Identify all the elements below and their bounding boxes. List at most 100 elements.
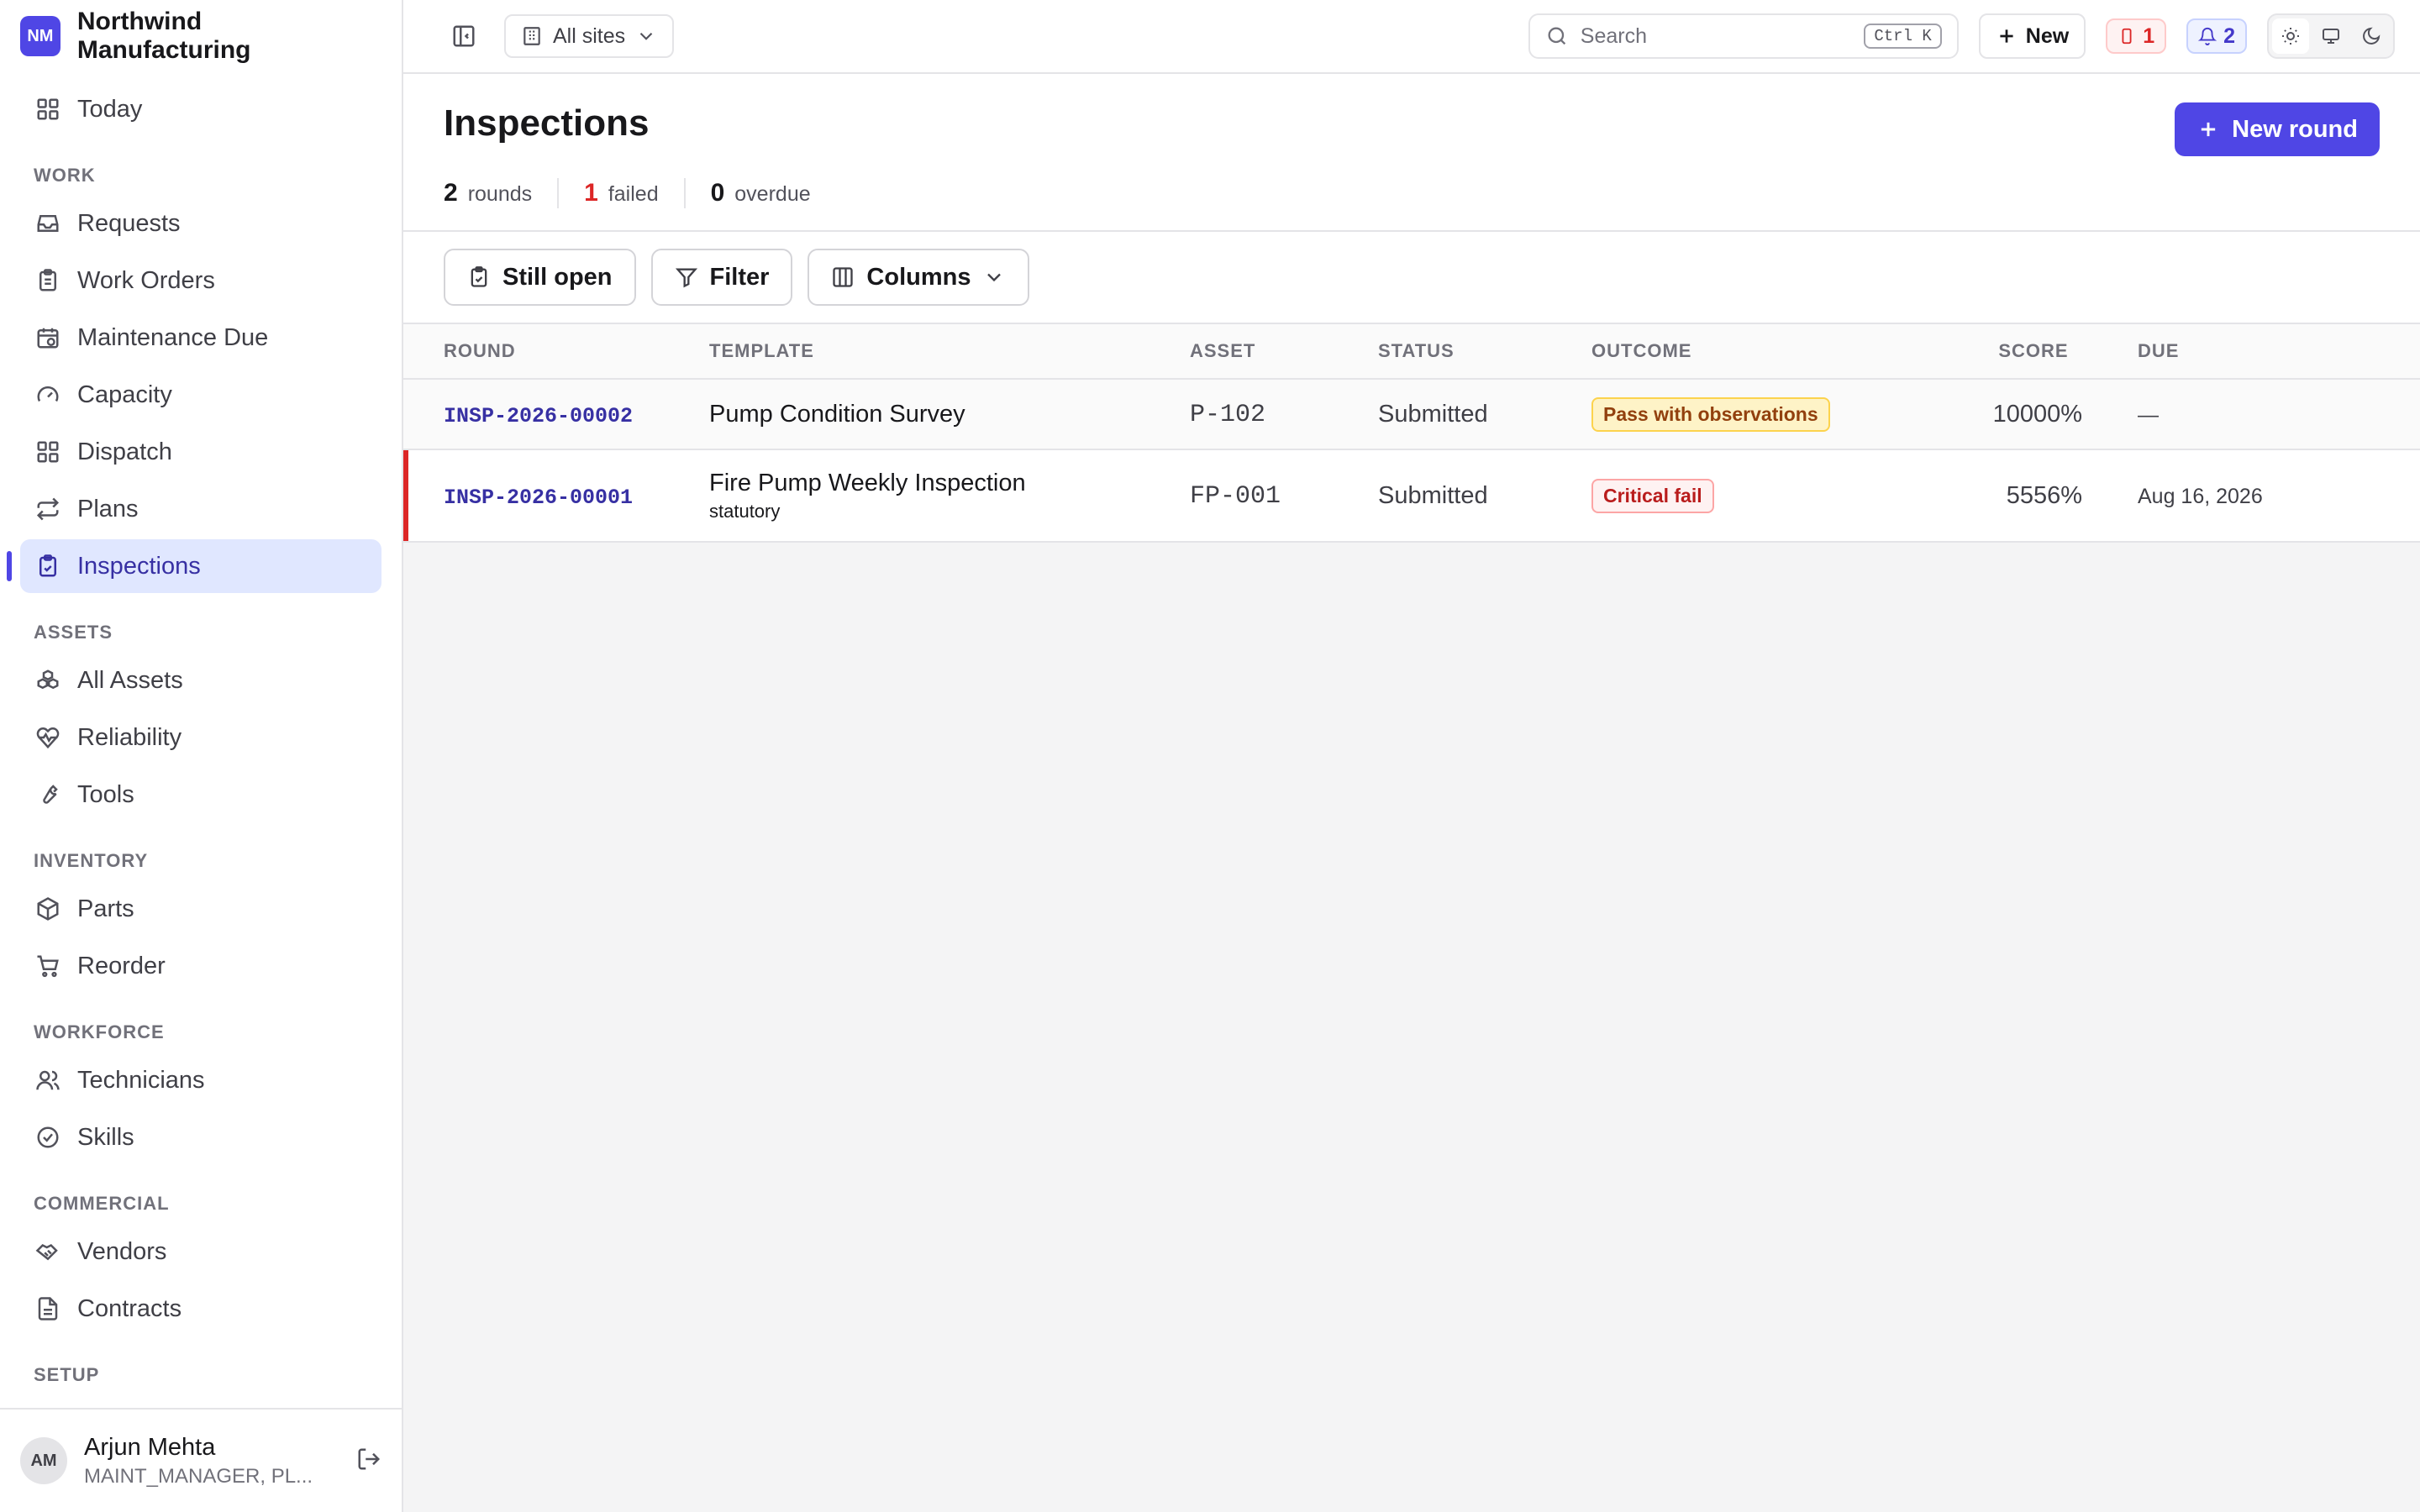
sidebar-item-dispatch[interactable]: Dispatch <box>20 425 381 479</box>
user-profile[interactable]: AM Arjun Mehta MAINT_MANAGER, PL... <box>0 1408 402 1512</box>
sidebar-item-capacity[interactable]: Capacity <box>20 368 381 422</box>
search-box[interactable]: Ctrl K <box>1528 13 1959 59</box>
topbar: All sites Ctrl K New 1 2 <box>403 0 2420 74</box>
sidebar-item-work-orders[interactable]: Work Orders <box>20 254 381 307</box>
sidebar-item-label: Contracts <box>77 1294 182 1322</box>
calendar-clock-icon <box>37 328 59 349</box>
sidebar-item-label: Maintenance Due <box>77 323 269 351</box>
theme-light-button[interactable] <box>2272 18 2309 54</box>
sidebar-toggle-button[interactable] <box>444 16 484 56</box>
stat-value: 1 <box>584 179 598 207</box>
filter-button[interactable]: Filter <box>650 249 793 306</box>
summary-stats: 2 rounds 1 failed 0 overdue <box>444 178 2380 208</box>
table-header: ROUND TEMPLATE ASSET STATUS OUTCOME SCOR… <box>403 324 2420 380</box>
sidebar-item-label: Requests <box>77 209 181 237</box>
outcome-badge: Critical fail <box>1591 478 1714 513</box>
columns-icon <box>833 267 854 287</box>
clipboard-check-icon <box>39 554 56 577</box>
chevron-down-icon <box>639 32 653 40</box>
main-content: All sites Ctrl K New 1 2 <box>403 0 2420 1512</box>
logout-icon <box>358 1448 381 1469</box>
phone-alert-icon <box>2122 28 2132 45</box>
theme-dark-button[interactable] <box>2353 18 2390 54</box>
new-button[interactable]: New <box>1978 13 2086 59</box>
search-shortcut: Ctrl K <box>1864 24 1942 49</box>
theme-system-button[interactable] <box>2312 18 2349 54</box>
brand-logo: NM <box>20 16 60 56</box>
column-header-status[interactable]: STATUS <box>1378 340 1591 362</box>
sidebar-item-requests[interactable]: Requests <box>20 197 381 250</box>
section-workforce: WORKFORCE <box>34 1021 165 1042</box>
badge-check-icon <box>37 1126 59 1148</box>
logout-button[interactable] <box>356 1446 381 1476</box>
column-header-score[interactable]: SCORE <box>1934 340 2082 362</box>
column-header-asset[interactable]: ASSET <box>1190 340 1378 362</box>
template-name: Pump Condition Survey <box>709 400 965 428</box>
new-button-label: New <box>2025 24 2070 48</box>
column-header-round[interactable]: ROUND <box>403 340 709 362</box>
search-input[interactable] <box>1580 24 1853 49</box>
sidebar-item-label: Parts <box>77 895 134 922</box>
notifications-button[interactable]: 2 <box>2186 18 2247 54</box>
sidebar-item-plans[interactable]: Plans <box>20 482 381 536</box>
filter-label: Filter <box>709 263 770 291</box>
handshake-icon <box>35 1243 58 1261</box>
sidebar-item-all-assets[interactable]: All Assets <box>20 654 381 707</box>
column-header-due[interactable]: DUE <box>2082 340 2317 362</box>
sidebar-item-maintenance-due[interactable]: Maintenance Due <box>20 311 381 365</box>
site-select[interactable]: All sites <box>504 14 675 58</box>
user-role: MAINT_MANAGER, PL... <box>84 1464 313 1488</box>
dashboard-icon <box>37 98 59 120</box>
column-header-outcome[interactable]: OUTCOME <box>1591 340 1934 362</box>
sidebar-item-vendors[interactable]: Vendors <box>20 1225 381 1278</box>
section-setup: SETUP <box>34 1364 100 1385</box>
sidebar-item-tools[interactable]: Tools <box>20 768 381 822</box>
building-icon <box>523 27 540 45</box>
section-assets: ASSETS <box>34 622 113 643</box>
sidebar-item-label: Inspections <box>77 552 201 580</box>
stat-value: 2 <box>444 179 458 207</box>
sun-icon <box>2282 28 2299 45</box>
outcome-badge: Pass with observations <box>1591 396 1830 432</box>
score-value: 10000% <box>1992 400 2082 428</box>
brand[interactable]: NM Northwind Manufacturing <box>0 0 402 72</box>
sidebar-item-label: Work Orders <box>77 266 215 294</box>
sidebar-item-reliability[interactable]: Reliability <box>20 711 381 764</box>
table-row[interactable]: INSP-2026-00001 Fire Pump Weekly Inspect… <box>403 450 2420 543</box>
file-text-icon <box>38 1297 58 1320</box>
sidebar-item-label: Vendors <box>77 1237 167 1265</box>
package-icon <box>37 897 59 921</box>
section-inventory: INVENTORY <box>34 850 149 871</box>
sidebar-item-reorder[interactable]: Reorder <box>20 939 381 993</box>
sidebar-item-label: Reorder <box>77 952 166 979</box>
section-commercial: COMMERCIAL <box>34 1193 170 1214</box>
round-link[interactable]: INSP-2026-00002 <box>444 404 633 428</box>
panel-left-icon <box>453 25 475 47</box>
asset-id: FP-001 <box>1190 481 1281 511</box>
table-row[interactable]: INSP-2026-00002 Pump Condition Survey P-… <box>403 380 2420 450</box>
new-round-button[interactable]: New round <box>2175 102 2380 156</box>
columns-button[interactable]: Columns <box>808 249 1030 306</box>
sidebar-item-inspections[interactable]: Inspections <box>7 539 381 593</box>
sidebar-item-parts[interactable]: Parts <box>20 882 381 936</box>
sidebar-item-technicians[interactable]: Technicians <box>20 1053 381 1107</box>
stat-label: overdue <box>734 182 811 206</box>
user-name: Arjun Mehta <box>84 1433 216 1461</box>
wrench-icon <box>43 785 58 804</box>
sidebar-item-today[interactable]: Today <box>20 82 381 136</box>
status-text: Submitted <box>1378 400 1488 428</box>
sidebar-item-skills[interactable]: Skills <box>20 1110 381 1164</box>
brand-name: Northwind Manufacturing <box>76 8 251 64</box>
still-open-button[interactable]: Still open <box>444 249 636 306</box>
score-value: 5556% <box>2006 481 2082 509</box>
sidebar-item-label: Skills <box>77 1123 134 1151</box>
column-header-template[interactable]: TEMPLATE <box>709 340 1190 362</box>
sidebar-item-label: Today <box>77 95 143 123</box>
table-toolbar: Still open Filter Columns <box>403 232 2420 324</box>
sidebar-item-contracts[interactable]: Contracts <box>20 1282 381 1336</box>
sidebar-item-label: Reliability <box>77 723 182 751</box>
stat-value: 0 <box>710 179 725 207</box>
search-icon <box>1548 27 1565 45</box>
alerts-button[interactable]: 1 <box>2106 18 2167 54</box>
round-link[interactable]: INSP-2026-00001 <box>444 486 633 510</box>
